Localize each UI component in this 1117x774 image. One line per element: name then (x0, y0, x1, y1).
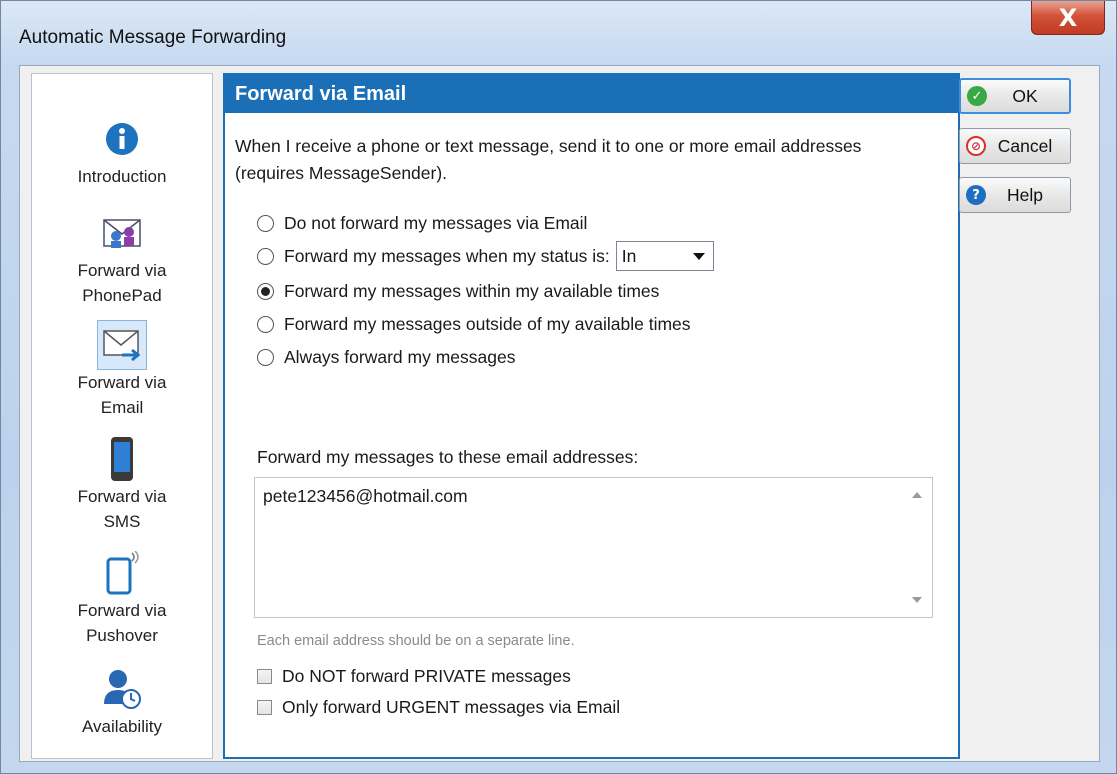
option-label: Do not forward my messages via Email (284, 212, 588, 233)
email-icon (97, 320, 147, 370)
sidebar-item-email[interactable]: Forward via Email (32, 320, 212, 420)
option-label: Forward my messages within my available … (284, 280, 660, 301)
option-forward-outside-available[interactable]: Forward my messages outside of my availa… (257, 311, 691, 337)
checkbox-label: Do NOT forward PRIVATE messages (282, 665, 571, 686)
dialog-client: Introduction Forward via PhonePad Forwar… (19, 65, 1100, 762)
sidebar-item-availability[interactable]: Availability (32, 664, 212, 739)
sidebar-item-label: Forward via SMS (77, 487, 167, 531)
option-forward-within-available[interactable]: Forward my messages within my available … (257, 278, 659, 304)
sidebar-item-label: Forward via Pushover (77, 601, 167, 645)
radio-button[interactable] (257, 214, 274, 232)
sidebar-nav: Introduction Forward via PhonePad Forwar… (31, 73, 213, 759)
sidebar-item-label: Forward via PhonePad (77, 261, 167, 305)
scroll-down-icon[interactable] (912, 597, 922, 603)
cancel-icon: ⊘ (966, 136, 986, 156)
phonepad-icon (97, 208, 147, 258)
radio-button[interactable] (257, 315, 274, 333)
radio-button[interactable] (257, 282, 274, 300)
option-forward-by-status[interactable]: Forward my messages when my status is: I… (257, 241, 714, 271)
chevron-down-icon (692, 252, 705, 260)
sidebar-item-introduction[interactable]: Introduction (32, 114, 212, 189)
checkbox-label: Only forward URGENT messages via Email (282, 696, 621, 717)
sidebar-item-label: Introduction (77, 167, 167, 186)
sidebar-item-label: Forward via Email (77, 373, 167, 417)
checkbox[interactable] (257, 668, 272, 684)
panel-description: When I receive a phone or text message, … (235, 136, 862, 183)
radio-button[interactable] (257, 247, 274, 265)
window-title: Automatic Message Forwarding (19, 27, 287, 48)
email-addresses-textarea[interactable]: pete123456@hotmail.com (254, 477, 933, 618)
close-icon: X (1058, 3, 1078, 32)
dialog-window: Automatic Message Forwarding X Introduct… (0, 0, 1117, 774)
panel-header: Forward via Email (225, 75, 958, 113)
option-do-not-forward[interactable]: Do not forward my messages via Email (257, 210, 587, 236)
checkbox-urgent[interactable]: Only forward URGENT messages via Email (257, 694, 620, 720)
radio-button[interactable] (257, 348, 274, 366)
sidebar-item-phonepad[interactable]: Forward via PhonePad (32, 208, 212, 308)
scroll-up-icon[interactable] (912, 492, 922, 498)
help-button[interactable]: ? Help (959, 177, 1071, 213)
status-dropdown[interactable]: In (615, 241, 714, 271)
close-button[interactable]: X (1031, 1, 1105, 35)
sidebar-item-sms[interactable]: Forward via SMS (32, 434, 212, 534)
ok-button[interactable]: ✓ OK (959, 78, 1071, 114)
status-dropdown-value: In (621, 245, 637, 266)
email-address-value: pete123456@hotmail.com (263, 486, 468, 506)
info-icon (97, 114, 147, 164)
option-always-forward[interactable]: Always forward my messages (257, 344, 515, 370)
addresses-label: Forward my messages to these email addre… (257, 447, 639, 467)
title-bar[interactable]: Automatic Message Forwarding X (1, 1, 1116, 65)
sidebar-item-label: Availability (81, 717, 162, 736)
addresses-hint: Each email address should be on a separa… (257, 633, 575, 649)
cancel-button[interactable]: ⊘ Cancel (959, 128, 1071, 164)
phone-icon (97, 434, 147, 484)
availability-icon (97, 664, 147, 714)
help-icon: ? (966, 185, 986, 205)
pushover-icon (97, 548, 147, 598)
sidebar-item-pushover[interactable]: Forward via Pushover (32, 548, 212, 648)
option-label: Forward my messages when my status is: (284, 245, 610, 266)
checkbox[interactable] (257, 699, 272, 715)
option-label: Forward my messages outside of my availa… (284, 313, 691, 334)
checkmark-icon: ✓ (967, 86, 987, 106)
checkbox-private[interactable]: Do NOT forward PRIVATE messages (257, 663, 571, 689)
option-label: Always forward my messages (284, 346, 516, 367)
forward-email-panel: Forward via Email When I receive a phone… (223, 73, 960, 759)
